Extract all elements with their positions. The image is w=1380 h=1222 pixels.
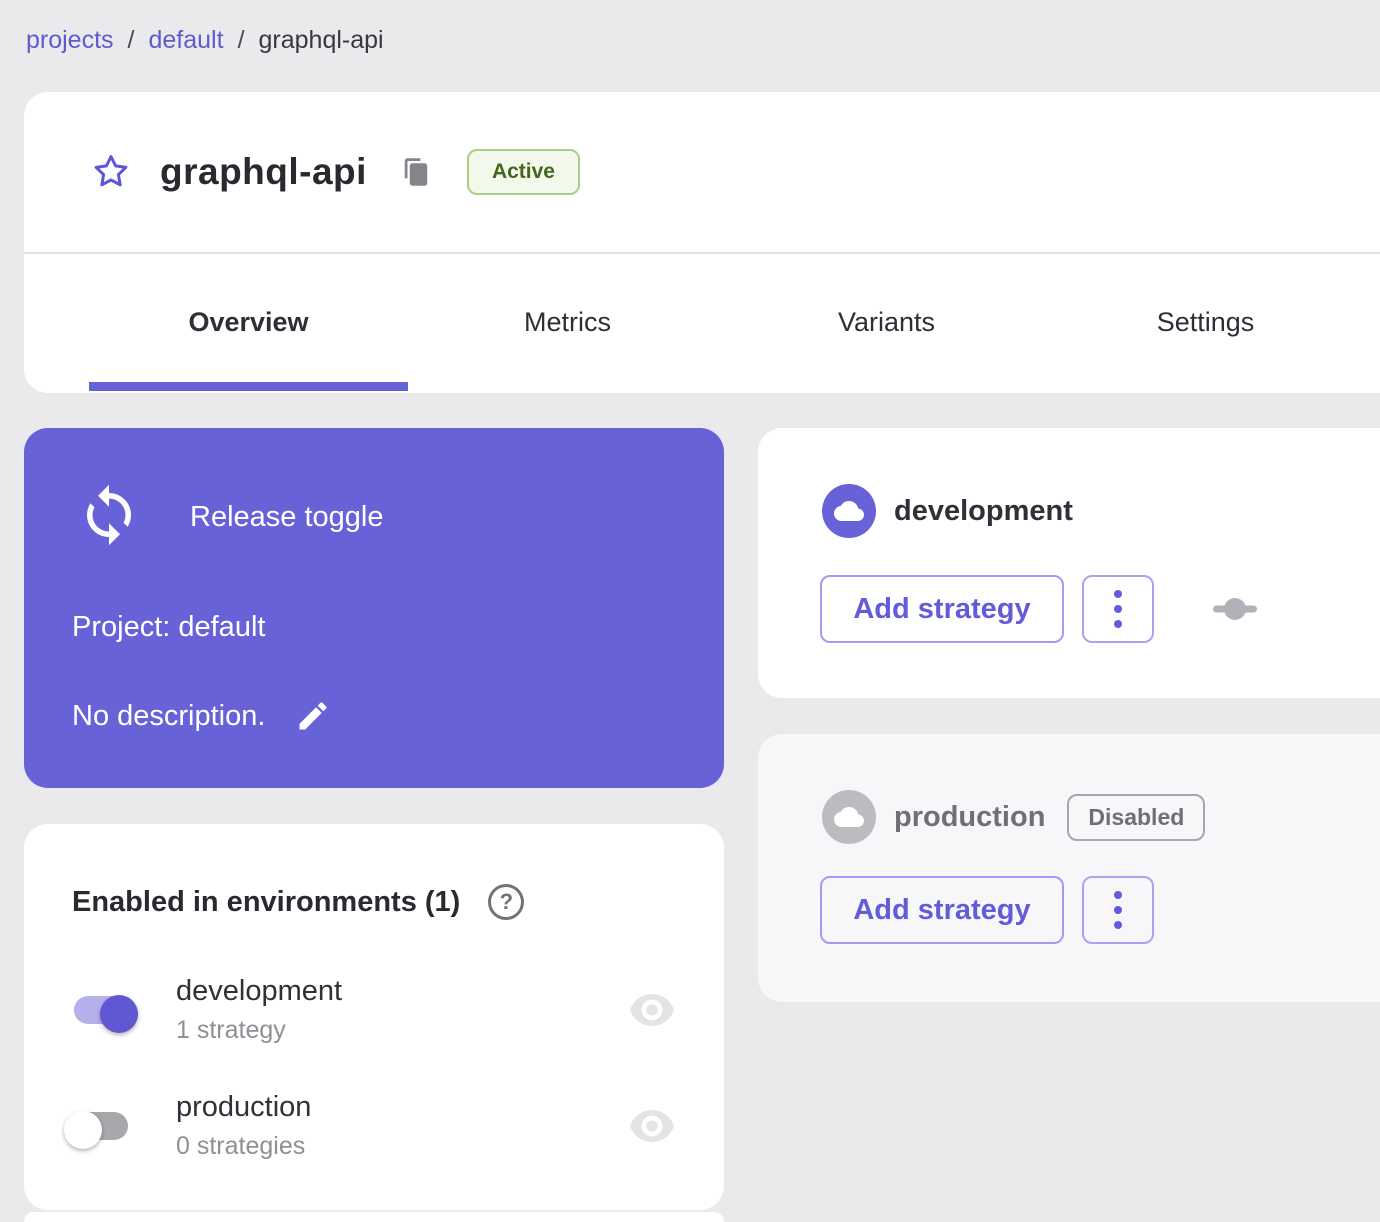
breadcrumb-separator: /	[237, 26, 245, 54]
tab-variants[interactable]: Variants	[727, 254, 1046, 391]
tab-variants-label: Variants	[837, 307, 936, 337]
environment-row-strategies: 1 strategy	[176, 1016, 286, 1044]
environment-toggle-production[interactable]	[64, 1110, 132, 1149]
favorite-star-icon[interactable]	[90, 151, 132, 193]
kebab-dot	[1114, 605, 1122, 613]
breadcrumb: projects / default / graphql-api	[26, 26, 384, 55]
tab-settings-label: Settings	[1156, 307, 1255, 337]
kebab-dot	[1114, 891, 1122, 899]
environment-row-production: production 0 strategies	[64, 1086, 676, 1166]
kebab-dot	[1114, 590, 1122, 598]
add-strategy-button[interactable]: Add strategy	[820, 575, 1064, 643]
breadcrumb-link-default[interactable]: default	[149, 26, 224, 55]
environment-toggle-development[interactable]	[70, 994, 138, 1033]
kebab-dot	[1114, 921, 1122, 929]
tab-overview[interactable]: Overview	[89, 254, 408, 391]
rollout-strategy-icon	[1212, 597, 1258, 621]
breadcrumb-link-projects[interactable]: projects	[26, 26, 114, 55]
environment-row-name: development	[176, 975, 343, 1007]
help-icon[interactable]: ?	[488, 884, 525, 920]
tab-metrics[interactable]: Metrics	[408, 254, 727, 391]
enabled-environments-card: Enabled in environments (1) ? developmen…	[24, 824, 724, 1210]
cloud-icon	[822, 790, 876, 844]
kebab-dot	[1114, 620, 1122, 628]
status-badge: Active	[466, 149, 580, 195]
next-card-edge	[24, 1212, 724, 1222]
toggle-thumb	[100, 995, 138, 1033]
environment-row-strategies: 0 strategies	[176, 1132, 306, 1160]
environment-row-name: production	[176, 1091, 312, 1123]
environment-disabled-badge: Disabled	[1067, 793, 1206, 841]
feature-tabs: Overview Metrics Variants Settings	[89, 254, 1380, 391]
tab-settings[interactable]: Settings	[1046, 254, 1365, 391]
tab-metrics-label: Metrics	[524, 307, 611, 337]
edit-description-icon[interactable]	[295, 698, 331, 734]
environment-menu-button[interactable]	[1082, 876, 1154, 944]
environment-name: development	[894, 494, 1073, 527]
active-tab-indicator	[89, 382, 408, 391]
feature-overview-card: Release toggle Project: default No descr…	[24, 428, 724, 788]
cloud-icon	[822, 484, 876, 538]
visibility-eye-icon[interactable]	[628, 993, 676, 1027]
environment-card-production: production Disabled Add strategy	[758, 734, 1380, 1002]
copy-name-icon[interactable]	[401, 156, 431, 188]
environment-menu-button[interactable]	[1082, 575, 1154, 643]
breadcrumb-separator: /	[127, 26, 135, 54]
breadcrumb-current: graphql-api	[258, 26, 384, 54]
feature-header-row: graphql-api Active	[24, 92, 1380, 254]
environment-card-development: development Add strategy	[758, 428, 1380, 698]
toggle-thumb	[64, 1111, 102, 1149]
tab-overview-label: Overview	[188, 307, 309, 337]
enabled-environments-title: Enabled in environments (1)	[72, 885, 461, 918]
feature-header-card: graphql-api Active Overview Metrics Vari…	[24, 92, 1380, 393]
environment-name: production	[894, 800, 1046, 833]
feature-title: graphql-api	[160, 151, 367, 192]
description-text: No description.	[72, 699, 266, 732]
visibility-eye-icon[interactable]	[628, 1109, 676, 1143]
toggle-type-label: Release toggle	[190, 501, 384, 533]
kebab-dot	[1114, 906, 1122, 914]
add-strategy-button[interactable]: Add strategy	[820, 876, 1064, 944]
project-label: Project: default	[72, 611, 266, 643]
environment-row-development: development 1 strategy	[70, 970, 676, 1050]
release-toggle-icon	[76, 482, 142, 553]
